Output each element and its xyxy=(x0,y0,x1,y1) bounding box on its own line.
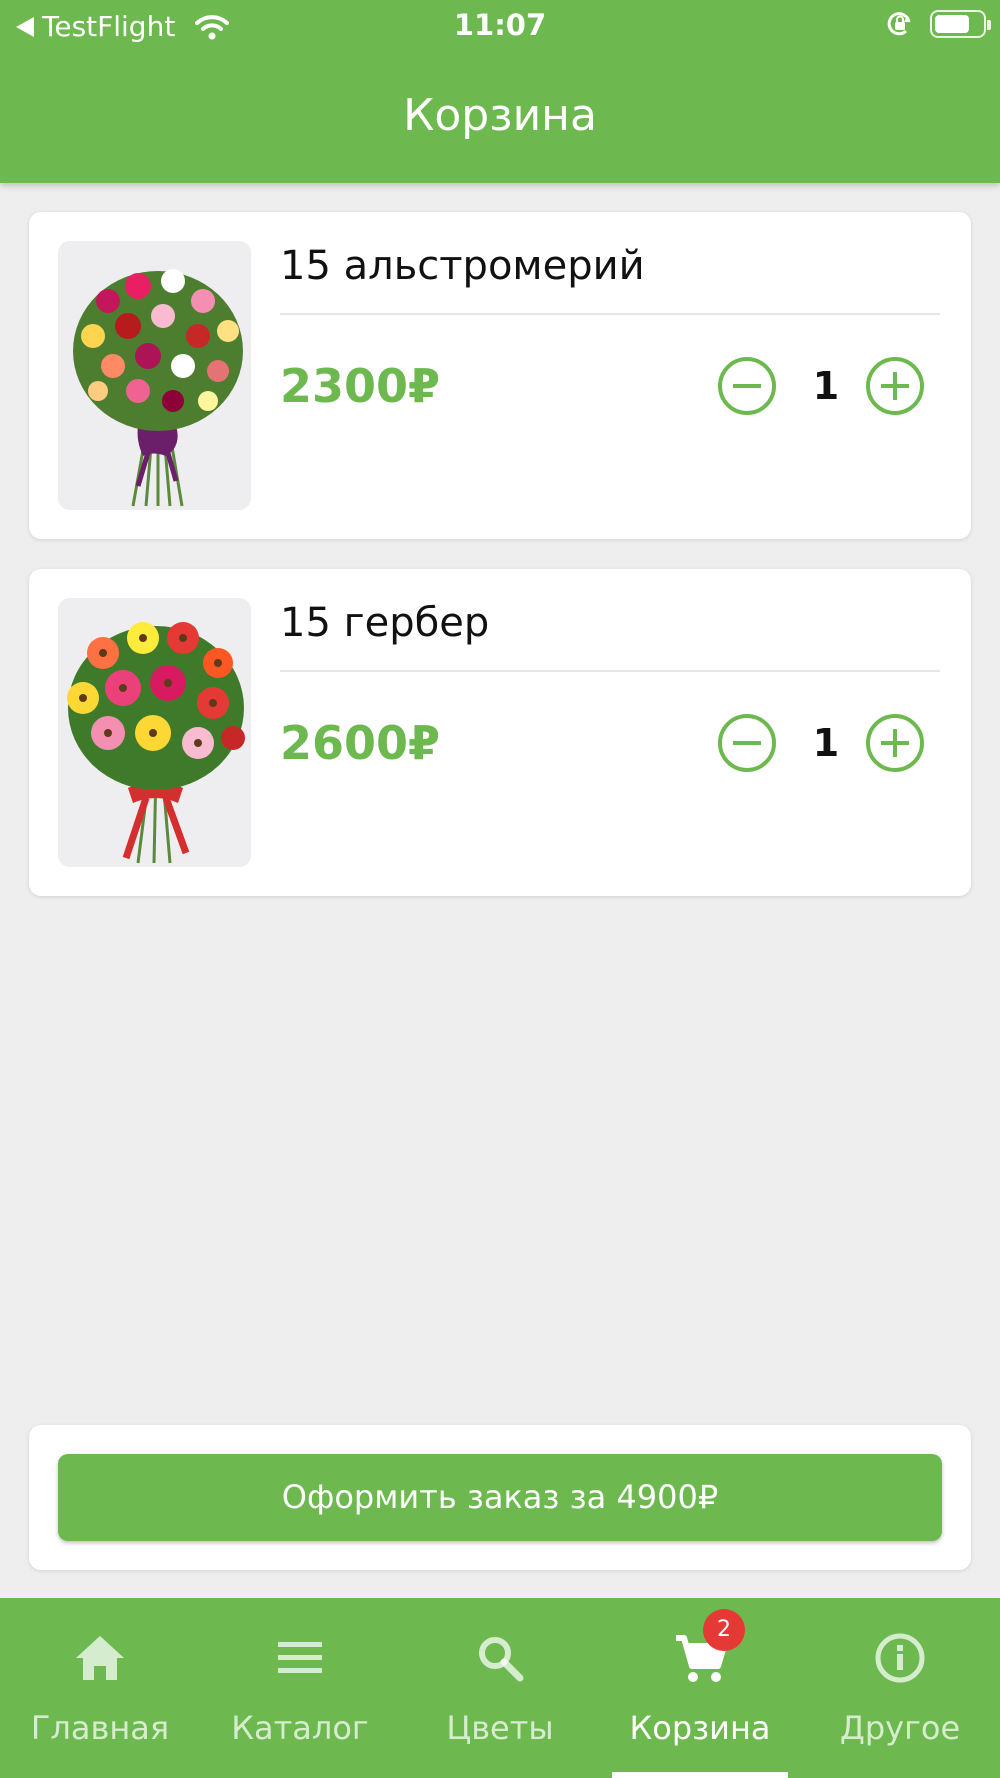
item-price: 2300₽ xyxy=(280,359,441,413)
status-time: 11:07 xyxy=(453,8,547,42)
cart-count-badge: 2 xyxy=(703,1609,745,1651)
item-title: 15 альстромерий xyxy=(280,243,645,289)
decrease-quantity-button[interactable] xyxy=(718,357,776,415)
divider xyxy=(280,313,940,315)
tab-bar: Главная Каталог Цветы Корзина Другое xyxy=(0,1598,1000,1778)
tab-label: Главная xyxy=(30,1709,170,1747)
minus-icon xyxy=(733,741,761,745)
home-icon xyxy=(76,1636,124,1680)
tab-catalog[interactable]: Каталог xyxy=(200,1598,400,1778)
divider xyxy=(280,670,940,672)
tab-label: Каталог xyxy=(231,1709,369,1747)
tab-cart[interactable]: Корзина xyxy=(600,1598,800,1778)
cart-item: 15 альстромерий 2300₽ 1 xyxy=(29,212,971,539)
product-image xyxy=(58,241,251,510)
battery-icon xyxy=(930,10,991,38)
rotation-lock-icon xyxy=(887,12,911,36)
search-icon xyxy=(479,1637,524,1682)
product-image xyxy=(58,598,251,867)
quantity-value: 1 xyxy=(812,721,840,765)
order-panel: Оформить заказ за 4900₽ xyxy=(29,1425,971,1570)
cart-item: 15 гербер 2600₽ 1 xyxy=(29,569,971,896)
checkout-button[interactable]: Оформить заказ за 4900₽ xyxy=(58,1454,942,1541)
tab-label: Корзина xyxy=(629,1709,771,1747)
menu-icon xyxy=(278,1642,322,1673)
tab-label: Другое xyxy=(839,1709,961,1747)
status-right xyxy=(886,10,991,38)
decrease-quantity-button[interactable] xyxy=(718,714,776,772)
active-tab-indicator xyxy=(612,1772,788,1778)
alstroemeria-bouquet-image xyxy=(58,241,251,510)
tab-home[interactable]: Главная xyxy=(0,1598,200,1778)
gerbera-bouquet-image xyxy=(58,598,251,867)
tab-other[interactable]: Другое xyxy=(800,1598,1000,1778)
info-icon xyxy=(875,1633,925,1683)
quantity-value: 1 xyxy=(812,364,840,408)
app-header: TestFlight 11:07 Корзина xyxy=(0,0,1000,183)
status-bar: TestFlight 11:07 xyxy=(0,0,1000,52)
tab-flowers[interactable]: Цветы xyxy=(400,1598,600,1778)
tab-label: Цветы xyxy=(446,1709,554,1747)
minus-icon xyxy=(733,384,761,388)
item-title: 15 гербер xyxy=(280,600,490,646)
page-title: Корзина xyxy=(403,90,597,141)
increase-quantity-button[interactable] xyxy=(866,357,924,415)
increase-quantity-button[interactable] xyxy=(866,714,924,772)
item-price: 2600₽ xyxy=(280,716,441,770)
